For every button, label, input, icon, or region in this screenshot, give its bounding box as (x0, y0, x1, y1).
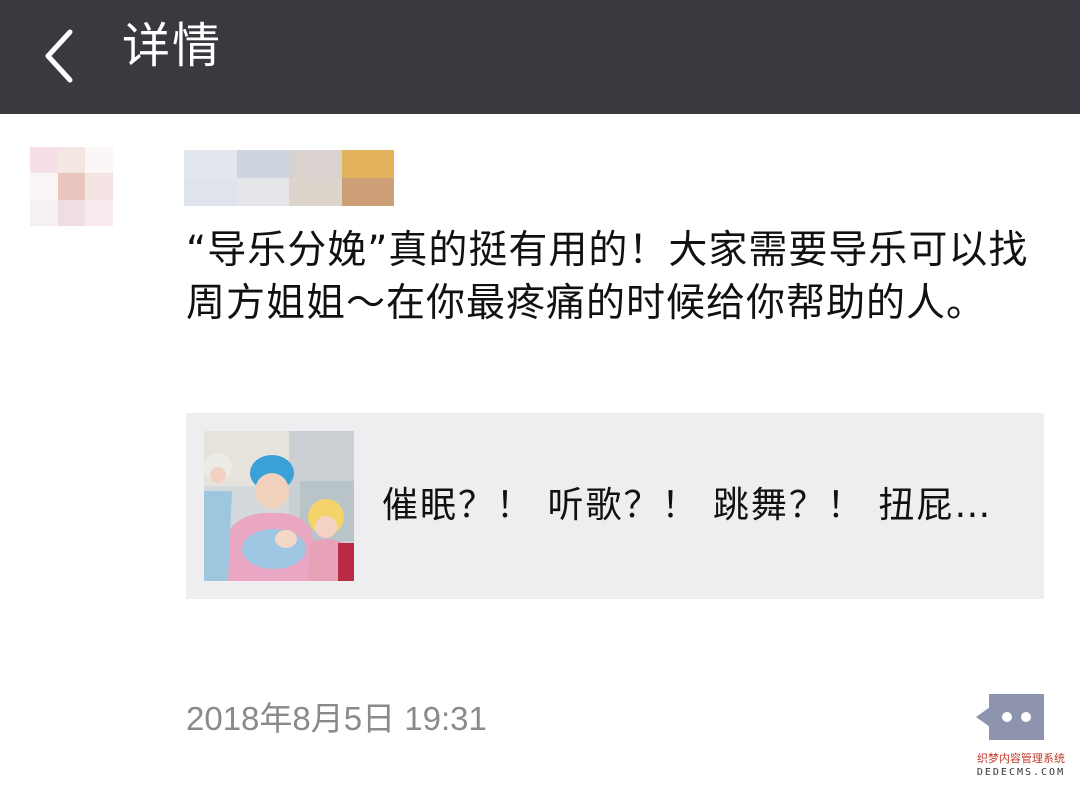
watermark-line2: DEDECMS.COM (976, 767, 1066, 778)
avatar-pixel (112, 173, 141, 200)
avatar-pixel (112, 147, 141, 174)
comment-dots-icon (976, 694, 1044, 740)
avatar-pixel (140, 252, 168, 279)
back-button[interactable] (30, 14, 100, 98)
avatar-pixel (30, 173, 58, 200)
avatar-pixel (30, 199, 58, 227)
watermark: 织梦内容管理系统 DEDECMS.COM (968, 752, 1074, 784)
avatar-pixel (112, 199, 141, 227)
username-pixel (236, 178, 289, 206)
avatar-pixel (57, 252, 86, 279)
chevron-left-icon (45, 29, 73, 83)
link-thumbnail-image (204, 431, 354, 581)
watermark-line1: 织梦内容管理系统 (977, 752, 1065, 765)
avatar-pixel (57, 199, 86, 227)
username-pixel (289, 178, 342, 206)
avatar-pixel (85, 199, 113, 227)
avatar-pixel (140, 147, 168, 174)
comment-button[interactable] (976, 692, 1046, 742)
username-pixel (341, 178, 394, 206)
username-pixel (184, 178, 237, 206)
avatar-pixel (85, 147, 113, 174)
avatar-pixel (140, 173, 168, 200)
avatar-pixel (57, 226, 86, 253)
username-pixel (341, 150, 394, 178)
shared-link-card[interactable]: 催眠？！ 听歌？！ 跳舞？！ 扭屁… (186, 413, 1044, 599)
username-pixel (184, 150, 237, 178)
top-navigation-bar: 详情 (0, 0, 1080, 114)
link-card-title: 催眠？！ 听歌？！ 跳舞？！ 扭屁… (382, 485, 993, 526)
avatar-pixel (30, 147, 58, 174)
username-pixel (236, 150, 289, 178)
page-title: 详情 (122, 18, 223, 74)
avatar-pixel (85, 252, 113, 279)
post-text: “导乐分娩”真的挺有用的！大家需要导乐可以找周方姐姐～在你最疼痛的时候给你帮助的… (186, 228, 1029, 326)
avatar-pixel (112, 252, 141, 279)
username-blurred[interactable] (184, 150, 394, 206)
avatar-pixel (85, 226, 113, 253)
avatar-pixel (30, 226, 58, 253)
post-timestamp: 2018年8月5日 19:31 (186, 700, 487, 737)
avatar-pixel (85, 173, 113, 200)
avatar-pixel (30, 252, 58, 279)
avatar-pixel (57, 147, 86, 174)
username-pixel (289, 150, 342, 178)
avatar[interactable] (30, 147, 168, 279)
avatar-pixel (112, 226, 141, 253)
avatar-pixel (140, 199, 168, 227)
avatar-pixel (140, 226, 168, 253)
avatar-pixel (57, 173, 86, 200)
